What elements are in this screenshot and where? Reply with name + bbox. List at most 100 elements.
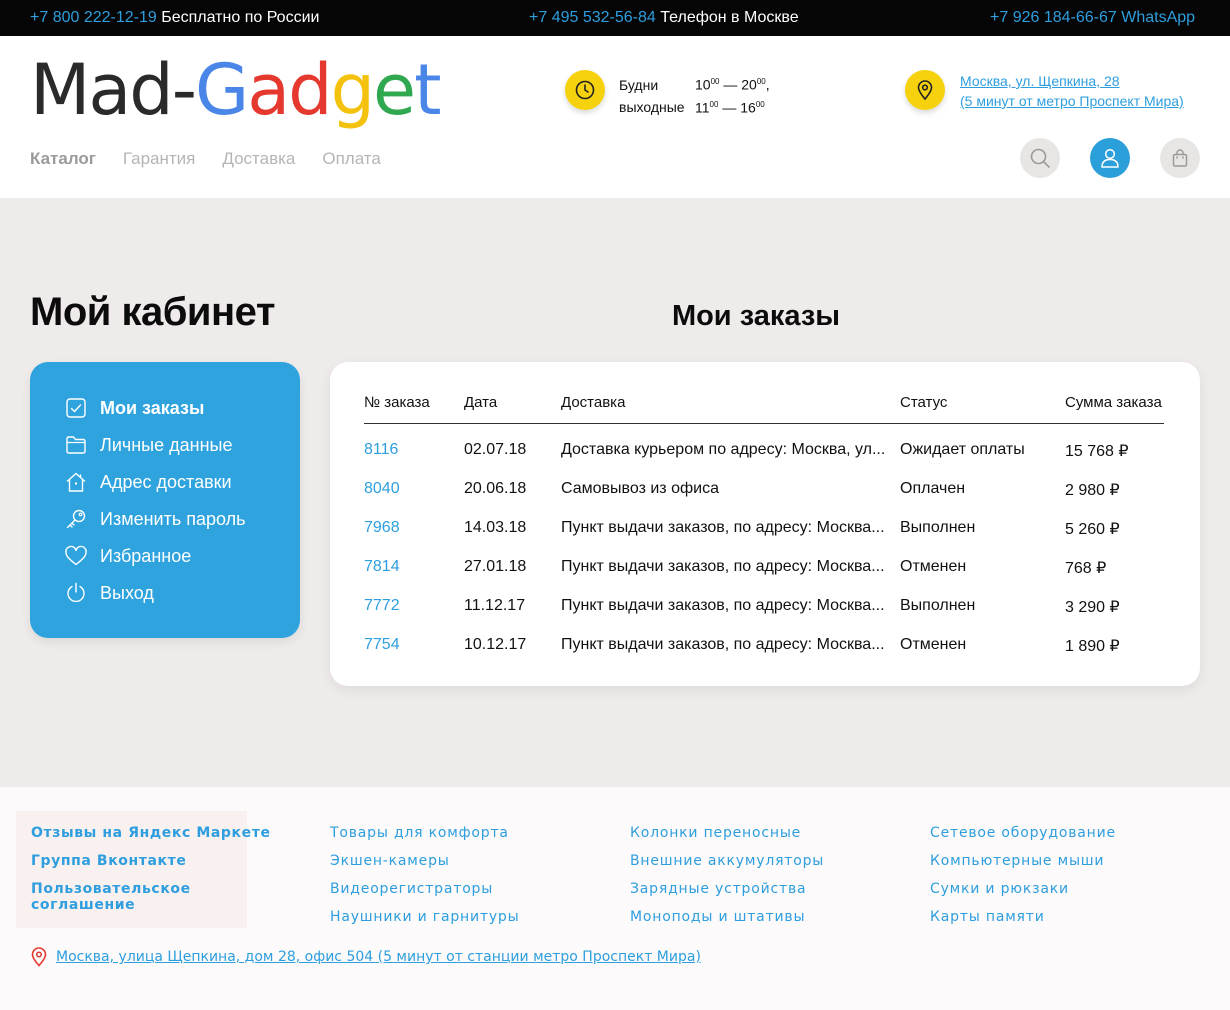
footer-link-speakers[interactable]: Колонки переносные: [630, 825, 801, 841]
cart-button[interactable]: [1160, 138, 1200, 178]
sidebar-item-label: Личные данные: [100, 434, 233, 455]
weekdays-to: 20: [741, 76, 757, 93]
order-sum: 768 ₽: [1065, 560, 1107, 577]
order-sum: 3 290 ₽: [1065, 599, 1120, 616]
footer-link-vk-group[interactable]: Группа Вконтакте: [31, 853, 186, 869]
sidebar-item-orders[interactable]: Мои заказы: [64, 394, 204, 422]
user-agreement-line-1: Пользовательское: [31, 881, 191, 897]
order-number-link[interactable]: 7968: [364, 519, 400, 537]
main-content: Мой кабинет Мои заказы Мои заказы Личные…: [0, 198, 1230, 787]
order-number-link[interactable]: 8116: [364, 441, 398, 459]
user-icon: [1101, 148, 1119, 168]
order-status: Выполнен: [900, 519, 976, 536]
footer-address-link[interactable]: Москва, улица Щепкина, дом 28, офис 504 …: [56, 949, 701, 965]
map-pin-icon: [31, 947, 47, 967]
footer-link-monopods[interactable]: Моноподы и штативы: [630, 909, 805, 925]
footer-link-comfort[interactable]: Товары для комфорта: [330, 825, 509, 841]
sidebar-item-logout[interactable]: Выход: [64, 579, 154, 607]
column-header-delivery: Доставка: [561, 394, 626, 411]
sidebar-item-change-password[interactable]: Изменить пароль: [64, 505, 245, 533]
sidebar-item-favorites[interactable]: Избранное: [64, 542, 191, 570]
sidebar-item-delivery-address[interactable]: Адрес доставки: [64, 468, 232, 496]
weekend-to: 16: [740, 99, 756, 116]
footer-link-headphones[interactable]: Наушники и гарнитуры: [330, 909, 519, 925]
footer-link-memory-cards[interactable]: Карты памяти: [930, 909, 1045, 925]
header: Mad-Gadget Будни 1000 — 2000, выходные 110…: [0, 36, 1230, 198]
key-icon: [64, 507, 88, 531]
footer-link-yandex-reviews[interactable]: Отзывы на Яндекс Маркете: [31, 825, 271, 841]
checkbox-icon: [64, 396, 88, 420]
order-date: 11.12.17: [464, 597, 526, 614]
whatsapp-link[interactable]: WhatsApp: [1121, 9, 1195, 26]
weekdays-comma: ,: [765, 76, 770, 93]
footer-link-user-agreement[interactable]: Пользовательское соглашение: [31, 881, 191, 913]
footer-link-action-cameras[interactable]: Экшен-камеры: [330, 853, 450, 869]
whatsapp-phone-link[interactable]: +7 926 184-66-67: [990, 9, 1117, 26]
sidebar-item-label: Изменить пароль: [100, 508, 246, 529]
account-sidebar: Мои заказы Личные данные Адрес доставки …: [30, 362, 300, 638]
location-pin-icon: [905, 70, 945, 110]
free-phone-link[interactable]: +7 800 222-12-19: [30, 9, 157, 26]
weekdays-label: Будни: [619, 76, 659, 93]
sidebar-item-personal-data[interactable]: Личные данные: [64, 431, 232, 459]
order-number-link[interactable]: 7772: [364, 597, 400, 615]
header-address-link[interactable]: Москва, ул. Щепкина, 28 (5 минут от метр…: [960, 71, 1184, 111]
search-button[interactable]: [1020, 138, 1060, 178]
orders-table: № заказа Дата Доставка Статус Сумма зака…: [330, 362, 1200, 686]
nav-delivery[interactable]: Доставка: [222, 149, 295, 169]
moscow-phone-label: Телефон в Москве: [660, 9, 799, 26]
bag-icon: [1172, 149, 1188, 167]
column-header-order-number: № заказа: [364, 394, 430, 411]
weekdays-from: 10: [695, 76, 711, 93]
section-title: Мои заказы: [671, 300, 841, 332]
table-header-divider: [364, 423, 1164, 424]
address-line-1: Москва, ул. Щепкина, 28: [960, 73, 1120, 89]
clock-icon: [565, 70, 605, 110]
weekend-to-min: 00: [755, 99, 765, 109]
order-date: 10.12.17: [464, 636, 527, 653]
order-delivery: Пункт выдачи заказов, по адресу: Москва.…: [561, 636, 885, 653]
order-delivery: Пункт выдачи заказов, по адресу: Москва.…: [561, 597, 885, 614]
power-icon: [64, 581, 88, 605]
free-phone-block: +7 800 222-12-19 Бесплатно по России: [30, 9, 319, 27]
order-delivery: Самовывоз из офиса: [561, 480, 719, 497]
footer: Отзывы на Яндекс Маркете Группа Вконтакт…: [0, 787, 1230, 1010]
logo-letter-g: G: [194, 49, 249, 131]
nav-warranty[interactable]: Гарантия: [123, 149, 196, 169]
order-number-link[interactable]: 8040: [364, 480, 400, 498]
sidebar-item-label: Адрес доставки: [100, 471, 232, 492]
nav-catalog[interactable]: Каталог: [30, 149, 96, 169]
order-status: Ожидает оплаты: [900, 441, 1025, 458]
logo-letter-e: e: [373, 49, 416, 131]
column-header-status: Статус: [900, 394, 948, 411]
folder-icon: [64, 433, 88, 457]
order-number-link[interactable]: 7754: [364, 636, 400, 654]
weekdays-dash: —: [719, 76, 742, 93]
sidebar-item-label: Мои заказы: [100, 397, 205, 418]
order-date: 02.07.18: [464, 441, 527, 458]
footer-link-dashcams[interactable]: Видеорегистраторы: [330, 881, 493, 897]
working-hours: Будни 1000 — 2000, выходные 1100 — 1600: [619, 72, 770, 117]
account-button[interactable]: [1090, 138, 1130, 178]
footer-link-mice[interactable]: Компьютерные мыши: [930, 853, 1104, 869]
nav-payment[interactable]: Оплата: [322, 149, 380, 169]
order-status: Оплачен: [900, 480, 966, 497]
logo[interactable]: Mad-Gadget: [30, 48, 442, 132]
footer-link-network[interactable]: Сетевое оборудование: [930, 825, 1116, 841]
order-sum: 1 890 ₽: [1065, 638, 1120, 655]
order-sum: 5 260 ₽: [1065, 521, 1120, 538]
logo-letter-t: t: [414, 49, 441, 131]
logo-letter-d: d: [288, 49, 332, 131]
footer-link-chargers[interactable]: Зарядные устройства: [630, 881, 806, 897]
order-sum: 15 768 ₽: [1065, 443, 1129, 460]
footer-link-powerbanks[interactable]: Внешние аккумуляторы: [630, 853, 824, 869]
order-status: Выполнен: [900, 597, 976, 614]
home-icon: [64, 470, 88, 494]
heart-icon: [64, 544, 88, 568]
order-number-link[interactable]: 7814: [364, 558, 400, 576]
order-delivery: Доставка курьером по адресу: Москва, ул.…: [561, 441, 886, 458]
moscow-phone-link[interactable]: +7 495 532-56-84: [529, 9, 656, 26]
whatsapp-phone-block: +7 926 184-66-67 WhatsApp: [990, 9, 1195, 27]
footer-link-bags[interactable]: Сумки и рюкзаки: [930, 881, 1069, 897]
weekdays-to-min: 00: [756, 77, 766, 86]
